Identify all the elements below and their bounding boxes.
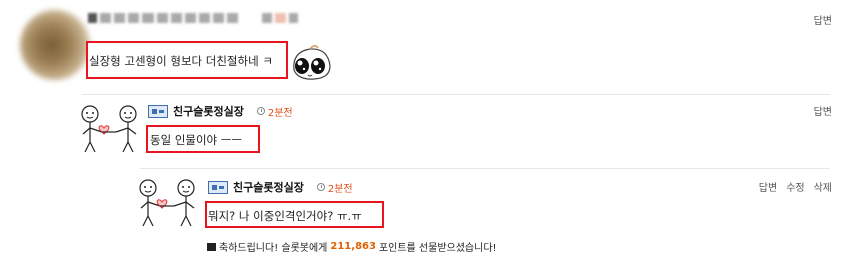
time-label: 2분전: [327, 183, 353, 195]
gift-icon: [207, 242, 216, 251]
clock-icon: [316, 183, 325, 191]
comment-text: 동일 인물이야 ㅡㅡ: [150, 133, 242, 147]
delete-link[interactable]: 삭제: [814, 179, 832, 194]
author-name-blurred: [88, 12, 299, 23]
time-label: 2분전: [267, 107, 293, 119]
comment-text: 뭐지? 나 이중인격인거야? ㅠ.ㅠ: [208, 209, 362, 223]
comment-header: 친구슬롯정실장 2분전: [208, 179, 353, 195]
comment-time: 2분전: [316, 180, 353, 195]
comment-time: 2분전: [256, 104, 293, 119]
points-prefix: 축하드립니다! 슬롯봇에게: [219, 243, 328, 254]
comment-text: 실장형 고센형이 형보다 더친절하네 ㅋ: [89, 54, 273, 68]
reply-link[interactable]: 답변: [814, 12, 832, 27]
points-notice: 축하드립니다! 슬롯봇에게 211,863 포인트를 선물받으셨습니다!: [207, 239, 497, 254]
user-avatar: [20, 10, 90, 80]
couple-avatar: [139, 179, 195, 227]
points-amount: 211,863: [330, 241, 376, 252]
reply-link[interactable]: 답변: [759, 179, 777, 194]
points-suffix: 포인트를 선물받으셨습니다!: [378, 243, 497, 254]
user-badge-icon: [148, 104, 168, 118]
emoticon-face: [293, 45, 331, 80]
author-name[interactable]: 친구슬롯정실장: [173, 103, 244, 119]
user-badge-icon: [208, 180, 228, 194]
edit-link[interactable]: 수정: [786, 179, 804, 194]
clock-icon: [256, 107, 265, 115]
reply-link[interactable]: 답변: [814, 103, 832, 118]
comment-actions: 답변 수정 삭제: [759, 179, 832, 194]
comment-header: 친구슬롯정실장 2분전: [148, 103, 293, 119]
couple-avatar: [81, 105, 137, 153]
author-name[interactable]: 친구슬롯정실장: [233, 179, 304, 195]
